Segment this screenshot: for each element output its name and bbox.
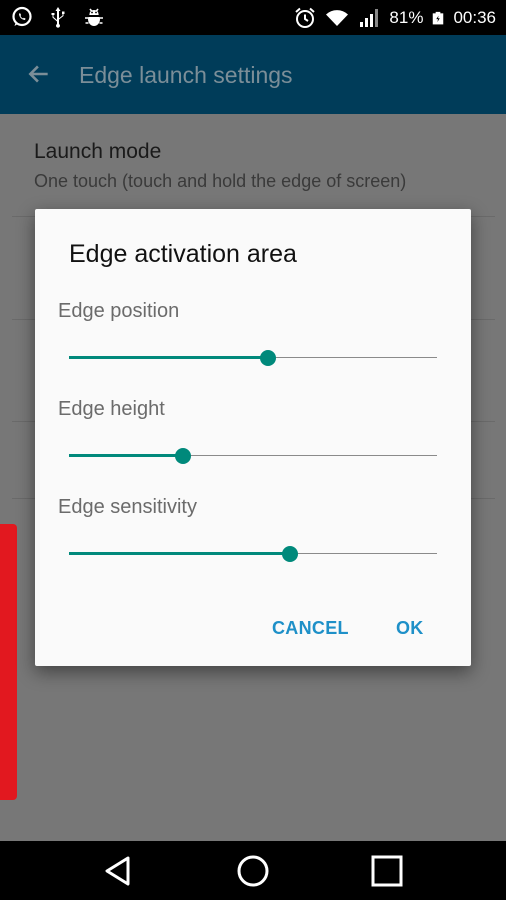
whatsapp-icon [12, 6, 32, 27]
status-bar: 81% 00:36 [0, 0, 506, 35]
alarm-icon [295, 7, 316, 28]
slider-thumb[interactable] [259, 350, 276, 366]
recents-square-icon[interactable] [369, 853, 405, 889]
edge-height-slider[interactable] [69, 446, 437, 466]
list-item-subtitle: One touch (touch and hold the edge of sc… [34, 171, 407, 191]
wifi-icon [326, 9, 349, 26]
edge-sensitivity-slider[interactable] [69, 544, 437, 564]
clock: 00:36 [453, 7, 496, 27]
edge-height-label: Edge height [58, 398, 165, 420]
back-triangle-icon[interactable] [101, 853, 137, 889]
slider-fill [69, 552, 290, 555]
android-debug-icon [85, 8, 103, 26]
edge-sensitivity-label: Edge sensitivity [58, 496, 197, 518]
app-bar: Edge launch settings [0, 35, 506, 114]
edge-position-slider[interactable] [69, 348, 437, 368]
usb-icon [51, 7, 65, 28]
list-item-title: Launch mode [34, 140, 162, 163]
battery-icon [433, 11, 444, 24]
ok-button[interactable]: OK [396, 618, 424, 639]
cancel-button[interactable]: CANCEL [272, 618, 349, 639]
page-title: Edge launch settings [79, 62, 293, 88]
dialog-title: Edge activation area [69, 240, 297, 268]
home-circle-icon[interactable] [235, 853, 271, 889]
arrow-back-icon[interactable] [26, 61, 52, 87]
edge-activation-dialog: Edge activation area Edge position Edge … [35, 209, 471, 666]
slider-thumb[interactable] [175, 448, 192, 464]
slider-thumb[interactable] [281, 546, 298, 562]
edge-handle[interactable] [0, 524, 17, 800]
navigation-bar [0, 841, 506, 900]
slider-fill [69, 356, 268, 359]
edge-position-label: Edge position [58, 300, 180, 322]
slider-fill [69, 454, 184, 457]
battery-percent: 81% [389, 7, 424, 27]
signal-icon [360, 8, 379, 27]
